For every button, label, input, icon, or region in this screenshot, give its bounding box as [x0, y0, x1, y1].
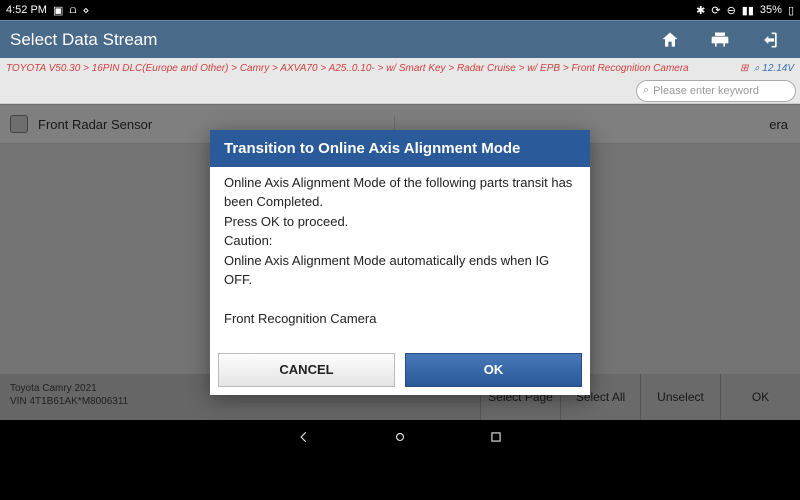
search-row: ⌕ Please enter keyword [0, 78, 800, 104]
search-icon-small: ⌕ [751, 63, 759, 74]
breadcrumb: TOYOTA V50.30 > 16PIN DLC(Europe and Oth… [0, 58, 800, 78]
battery-text: 35% [760, 4, 782, 16]
page-title: Select Data Stream [10, 30, 157, 50]
cancel-button[interactable]: CANCEL [218, 353, 395, 387]
exit-icon[interactable] [760, 30, 780, 50]
bluetooth-icon: ✱ [696, 4, 705, 17]
home-icon[interactable] [660, 30, 680, 50]
print-icon[interactable] [710, 30, 730, 50]
search-input[interactable]: ⌕ Please enter keyword [636, 80, 796, 102]
cast-icon: ⩍ [69, 4, 76, 17]
modal-footer: CANCEL OK [210, 347, 590, 395]
app-header: Select Data Stream [0, 20, 800, 58]
recent-icon[interactable] [488, 429, 504, 445]
picture-icon: ▣ [53, 4, 63, 17]
search-placeholder: Please enter keyword [653, 85, 759, 97]
ok-button[interactable]: OK [405, 353, 582, 387]
content: Front Radar Sensor era 1 / 2 Toyota Camr… [0, 104, 800, 420]
modal-title: Transition to Online Axis Alignment Mode [210, 130, 590, 167]
home-nav-icon[interactable] [392, 429, 408, 445]
modal-overlay: Transition to Online Axis Alignment Mode… [0, 104, 800, 420]
breadcrumb-path: TOYOTA V50.30 > 16PIN DLC(Europe and Oth… [6, 63, 689, 74]
dnd-icon: ⊖ [727, 4, 736, 17]
wifi-icon: ⋄ [83, 4, 90, 17]
sync-icon: ⟳ [711, 4, 720, 17]
android-nav-bar [0, 420, 800, 454]
clock: 4:52 PM [6, 4, 47, 16]
battery-icon: ▯ [788, 4, 794, 17]
status-bar: 4:52 PM ▣ ⩍ ⋄ ✱ ⟳ ⊖ ▮▮ 35% ▯ [0, 0, 800, 20]
signal-icon: ▮▮ [742, 4, 754, 17]
modal: Transition to Online Axis Alignment Mode… [210, 130, 590, 395]
back-icon[interactable] [296, 429, 312, 445]
voltage: 12.14V [762, 63, 794, 74]
modal-body: Online Axis Alignment Mode of the follow… [210, 167, 590, 347]
search-icon: ⌕ [643, 84, 649, 97]
battery-icon-small: ⊞ [740, 63, 748, 74]
